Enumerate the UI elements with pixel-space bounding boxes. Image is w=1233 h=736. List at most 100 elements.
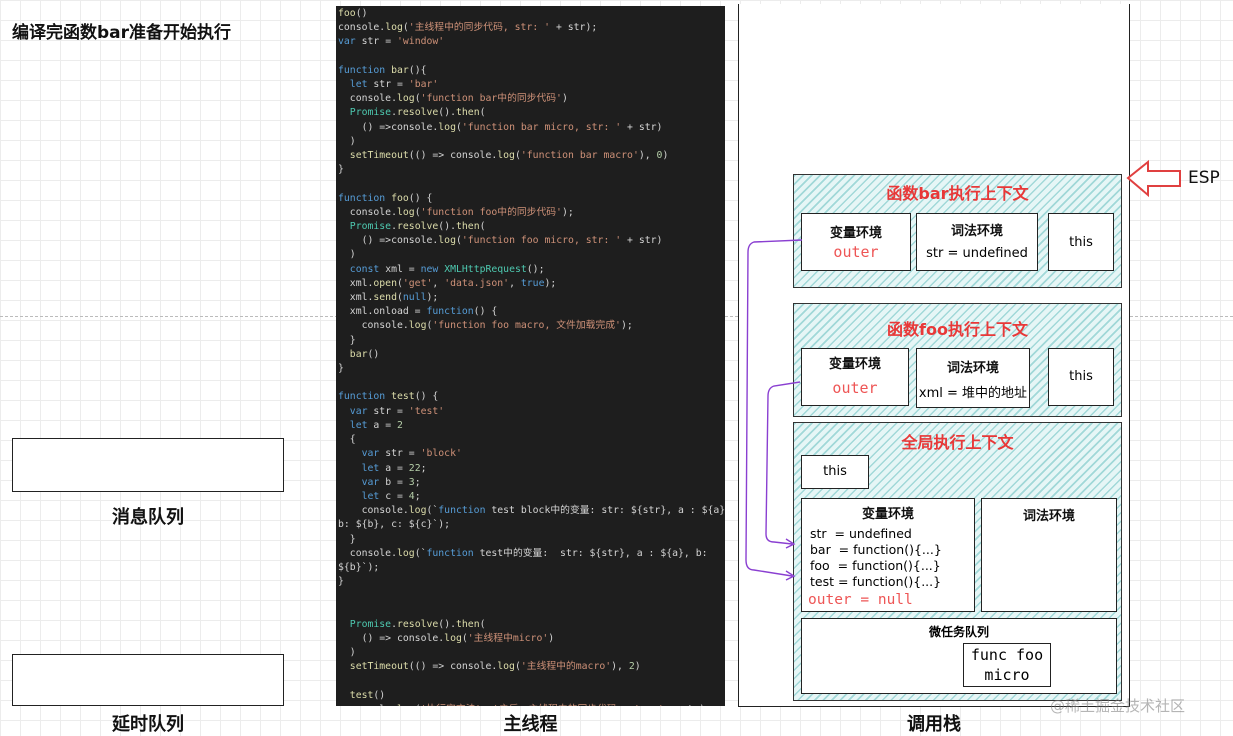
foo-execution-context: 函数foo执行上下文 变量环境 outer 词法环境 xml = 堆中的地址 t… [793, 303, 1122, 417]
code-line: Promise.resolve().then( [349, 107, 486, 119]
global-var-item: foo = function(){...} [810, 558, 941, 573]
global-lexical-environment: 词法环境 [981, 498, 1117, 612]
global-var-env-items: str = undefined bar = function(){...} foo … [810, 526, 942, 590]
outer-reference-arrows [745, 239, 803, 581]
foo-variable-environment: 变量环境 outer [801, 348, 909, 406]
global-execution-context: 全局执行上下文 this 变量环境 str = undefined bar = f… [793, 422, 1122, 701]
code-line: const xml = new XMLHttpRequest(); [349, 263, 545, 275]
code-line: b: ${b}, c: ${c}`); [338, 519, 451, 531]
code-line: setTimeout(() => console.log('主线程中的macro… [349, 661, 641, 673]
code-line: () => console.log('主线程中micro') [338, 632, 555, 644]
code-line: console.log('执行完方法test之后，主线程中的同步代码, str:… [338, 703, 725, 706]
code-line: let a = 22; [361, 462, 427, 474]
foo-outer-arrow [765, 381, 801, 545]
code-line: foo() [338, 8, 368, 19]
code-line: var str = 'test' [349, 405, 445, 417]
microtask-item-line1: func foo [970, 646, 1044, 664]
code-line: console.log(`function test中的变量: str: ${s… [338, 547, 708, 559]
code-line: function test() { [338, 391, 439, 403]
global-var-item: bar = function(){...} [810, 542, 942, 557]
code-line: console.log('主线程中的同步代码, str: ' + str); [338, 22, 598, 34]
code-line: } [338, 363, 344, 375]
code-line: setTimeout(() => console.log('function b… [349, 150, 669, 162]
global-this-label: this [823, 464, 847, 479]
code-line: var str = 'block' [361, 448, 462, 460]
global-var-item: test = function(){...} [810, 574, 942, 589]
code-line: var b = 3; [361, 476, 421, 488]
foo-lex-env-title: 词法环境 [946, 361, 999, 376]
esp-arrow-icon [1126, 159, 1181, 198]
code-line: let a = 2 [349, 419, 403, 431]
bar-var-env-outer: outer [833, 243, 879, 261]
microtask-queue: 微任务队列 func foo micro [801, 618, 1117, 694]
code-line: xml.onload = function() { [338, 306, 498, 318]
global-var-env-title: 变量环境 [861, 507, 914, 522]
foo-lexical-environment: 词法环境 xml = 堆中的地址 [916, 348, 1030, 408]
bar-this-box: this [1048, 213, 1114, 271]
bar-var-env-title: 变量环境 [829, 226, 882, 241]
code-line: function bar(){ [338, 64, 427, 76]
code-line: xml.open('get', 'data.json', true); [338, 277, 557, 289]
main-thread-code: foo() console.log('主线程中的同步代码, str: ' + st… [336, 6, 725, 706]
microtask-item-line2: micro [984, 666, 1030, 684]
message-queue-box [12, 438, 284, 492]
code-line: let str = 'bar' [349, 79, 439, 91]
bar-context-title: 函数bar执行上下文 [886, 184, 1029, 203]
code-line: ) [338, 647, 356, 659]
code-line: ) [338, 249, 356, 261]
code-line: } [338, 533, 356, 545]
code-line: function foo() { [338, 192, 433, 204]
global-variable-environment: 变量环境 str = undefined bar = function(){...… [801, 498, 975, 612]
bar-outer-arrow [745, 239, 803, 577]
main-thread-label: 主线程 [503, 714, 558, 735]
code-line: ${b}`); [338, 561, 380, 573]
code-line: Promise.resolve().then( [349, 221, 486, 233]
code-line: console.log(`function test block中的变量: st… [338, 505, 725, 517]
global-var-item: str = undefined [810, 526, 912, 541]
delay-queue-label: 延时队列 [112, 714, 184, 735]
code-line: bar() [349, 348, 380, 360]
code-line: { [338, 434, 356, 446]
code-line: test() [349, 689, 386, 701]
global-var-env-outer: outer = null [808, 592, 913, 608]
foo-context-title: 函数foo执行上下文 [887, 320, 1028, 339]
global-this-box: this [801, 455, 869, 489]
esp-label: ESP [1188, 168, 1220, 188]
code-line: console.log('function foo中的同步代码'); [338, 206, 574, 218]
bar-lex-env-value: str = undefined [926, 246, 1028, 261]
bar-execution-context: 函数bar执行上下文 变量环境 outer 词法环境 str = undefin… [793, 174, 1122, 288]
foo-this-box: this [1048, 348, 1114, 406]
code-line: () =>console.log('function foo micro, st… [338, 235, 663, 247]
code-line: } [338, 334, 356, 346]
page-title: 编译完函数bar准备开始执行 [12, 23, 232, 43]
code-line: let c = 4; [361, 490, 421, 502]
code-line: var str = 'window' [338, 36, 445, 48]
microtask-item-foo: func foo micro [963, 643, 1051, 687]
watermark: @稀土掘金技术社区 [1050, 697, 1186, 715]
global-context-title: 全局执行上下文 [901, 433, 1014, 452]
foo-var-env-title: 变量环境 [828, 357, 881, 372]
code-line: () =>console.log('function bar micro, st… [338, 121, 663, 133]
message-queue-label: 消息队列 [112, 507, 184, 528]
code-line: xml.send(null); [338, 292, 439, 304]
foo-lex-env-value: xml = 堆中的地址 [918, 386, 1028, 401]
bar-lexical-environment: 词法环境 str = undefined [916, 213, 1038, 271]
code-line: console.log('function foo macro, 文件加载完成'… [338, 320, 633, 332]
foo-var-env-outer: outer [832, 379, 878, 397]
bar-variable-environment: 变量环境 outer [801, 213, 911, 271]
delay-queue-box [12, 654, 284, 706]
code-line: } [338, 576, 344, 588]
foo-this-label: this [1069, 369, 1093, 384]
bar-this-label: this [1069, 235, 1093, 250]
code-line: } [338, 164, 344, 176]
bar-lex-env-title: 词法环境 [950, 224, 1003, 239]
code-line: console.log('function bar中的同步代码') [338, 93, 568, 105]
global-lex-env-title: 词法环境 [1022, 509, 1075, 524]
microtask-queue-title: 微任务队列 [928, 625, 989, 639]
code-line: Promise.resolve().then( [349, 618, 486, 630]
